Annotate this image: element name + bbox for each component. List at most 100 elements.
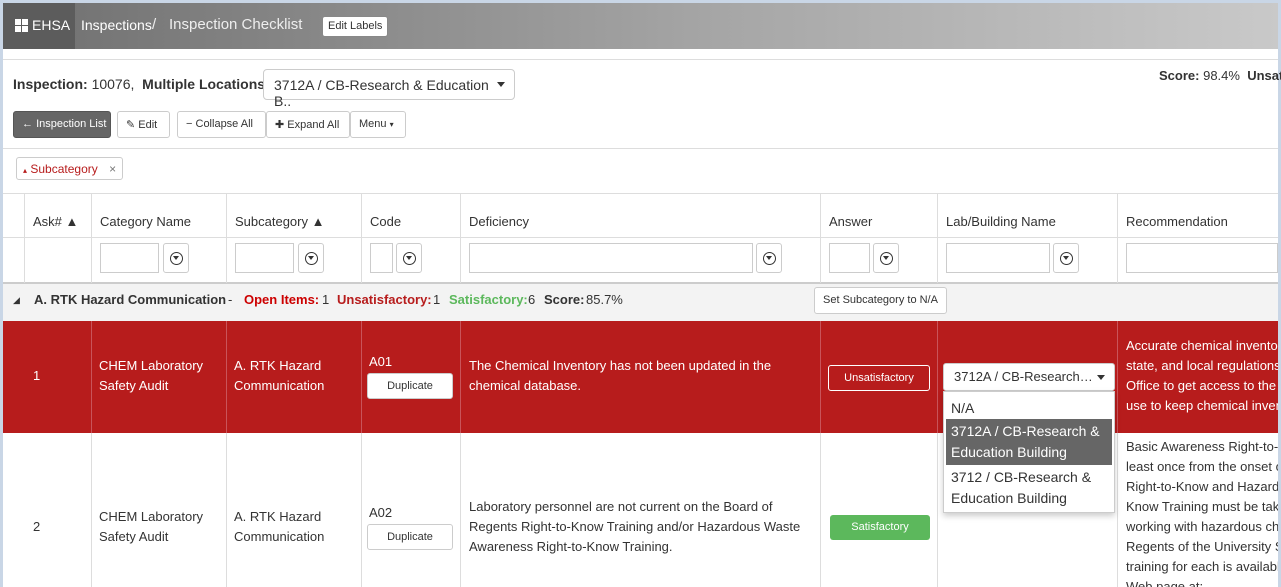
inspection-label: Inspection: [13,76,88,92]
recommendation-line: use to keep chemical inven [1126,398,1278,413]
breadcrumb-separator: / [152,16,157,33]
column-header-code[interactable]: Code [370,214,401,229]
column-divider [460,321,461,433]
lab-option-3712[interactable]: 3712 / CB-Research & Education Building [946,465,1112,511]
edit-button[interactable]: ✎ Edit [117,111,170,138]
recommendation-line: Web page at: [1126,579,1204,587]
filter-icon [305,252,318,265]
column-divider [91,321,92,433]
recommendation-line: Regents of the University S [1126,539,1278,554]
brand[interactable]: EHSA [3,3,75,49]
filter-input-answer[interactable] [829,243,870,273]
triangle-right-icon[interactable]: ◢ [13,295,20,306]
pencil-icon: ✎ [126,119,136,131]
satisfactory-value: 6 [528,292,536,307]
column-header-deficiency[interactable]: Deficiency [469,214,529,229]
caret-down-icon [1097,375,1105,380]
column-header-recommendation[interactable]: Recommendation [1126,214,1228,229]
ask-number: 2 [33,519,41,534]
divider [3,148,1278,149]
category-name: CHEM Laboratory Safety Audit [99,358,204,393]
group-chip-subcategory[interactable]: ▴ Subcategory × [16,157,124,180]
recommendation-text: Accurate chemical inventor state, and lo… [1126,336,1278,416]
column-divider [226,321,227,433]
set-subcategory-na-button[interactable]: Set Subcategory to N/A [814,287,947,314]
column-divider [820,193,821,283]
column-divider [937,433,938,587]
column-divider [361,193,362,283]
filter-input-recommendation[interactable] [1126,243,1278,273]
column-header-category[interactable]: Category Name [100,214,191,229]
group-score-value: 85.7% [586,292,623,307]
filter-button-category[interactable] [163,243,189,273]
table-header: Ask# ▲ Category Name Subcategory ▲ Code … [3,193,1278,284]
recommendation-text: Basic Awareness Right-to-K least once fr… [1126,437,1278,587]
answer-button-satisfactory[interactable]: Satisfactory [830,515,930,540]
score-value: 98.4% [1203,68,1240,83]
column-header-lab[interactable]: Lab/Building Name [946,214,1056,229]
recommendation-line: working with hazardous che [1126,519,1278,534]
lab-option-na[interactable]: N/A [946,396,1112,421]
duplicate-button[interactable]: Duplicate [367,524,453,550]
filter-button-answer[interactable] [873,243,899,273]
filter-input-subcategory[interactable] [235,243,294,273]
filter-button-subcategory[interactable] [298,243,324,273]
recommendation-line: state, and local regulations [1126,358,1278,373]
location-select[interactable]: 3712A / CB-Research & Education B.. [263,69,515,109]
column-divider [1117,193,1118,283]
ask-number: 1 [33,368,41,383]
deficiency-text: Laboratory personnel are not current on … [469,499,801,554]
column-header-answer[interactable]: Answer [829,214,872,229]
filter-button-deficiency[interactable] [756,243,782,273]
column-divider [1117,321,1118,433]
column-divider [460,193,461,283]
column-divider [91,433,92,587]
lab-option-3712a[interactable]: 3712A / CB-Research & Education Building [946,419,1112,465]
open-items-label: Open Items: [244,292,320,307]
code-value: A01 [369,354,393,369]
locations-label: Multiple Locations: [142,76,270,92]
filter-input-code[interactable] [370,243,393,273]
answer-button-unsatisfactory[interactable]: Unsatisfactory [828,365,930,391]
group-header-row[interactable]: ◢ A. RTK Hazard Communication - Open Ite… [3,284,1278,321]
filter-icon [403,252,416,265]
filter-button-code[interactable] [396,243,422,273]
filter-input-deficiency[interactable] [469,243,753,273]
group-score-label: Score: [544,292,585,307]
filter-input-lab[interactable] [946,243,1050,273]
lab-selected-value: 3712A / CB-Research… [954,369,1093,384]
column-header-subcategory[interactable]: Subcategory ▲ [235,214,324,229]
lab-building-options: N/A 3712A / CB-Research & Education Buil… [943,391,1115,513]
filter-icon [1060,252,1073,265]
caret-down-icon [497,82,505,87]
menu-button[interactable]: Menu ▾ [350,111,406,138]
breadcrumb-inspections[interactable]: Inspections [81,17,152,33]
expand-all-button[interactable]: ✚ Expand All [266,111,350,138]
close-icon[interactable]: × [109,162,116,176]
edit-labels-button[interactable]: Edit Labels [322,16,389,37]
column-divider [24,193,25,283]
plus-icon: ✚ [275,119,285,131]
recommendation-line: Accurate chemical inventor [1126,338,1278,353]
column-divider [820,433,821,587]
deficiency-text: The Chemical Inventory has not been upda… [469,358,772,393]
recommendation-line: Know Training must be take [1126,499,1278,514]
column-divider [937,193,938,283]
filter-button-lab[interactable] [1053,243,1079,273]
collapse-all-button[interactable]: − Collapse All [177,111,266,138]
column-header-ask[interactable]: Ask# ▲ [33,214,78,229]
column-divider [226,433,227,587]
brand-label: EHSA [32,17,71,33]
recommendation-line: training for each is availabl [1126,559,1278,574]
lab-building-select[interactable]: 3712A / CB-Research… [943,363,1115,391]
open-items-value: 1 [322,292,330,307]
inspection-info: Inspection: 10076, Multiple Locations: [13,76,270,92]
subcategory-name: A. RTK Hazard Communication [234,358,325,393]
satisfactory-label: Satisfactory: [449,292,528,307]
duplicate-button[interactable]: Duplicate [367,373,453,399]
inspection-list-button[interactable]: ← Inspection List [13,111,111,138]
column-divider [1117,433,1118,587]
filter-input-category[interactable] [100,243,159,273]
score-label: Score: [1159,68,1200,83]
filter-icon [170,252,183,265]
